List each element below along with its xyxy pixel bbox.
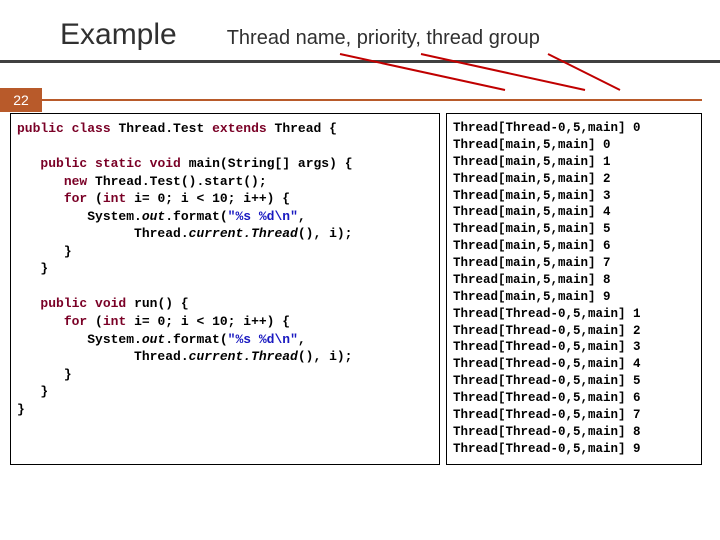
code-text: System. xyxy=(87,332,142,347)
kw-void: void xyxy=(150,156,181,171)
slide-subtitle: Thread name, priority, thread group xyxy=(227,27,540,50)
string-literal: "%s %d\n" xyxy=(228,332,298,347)
method-currentthread: current.Thread xyxy=(189,226,298,241)
code-text: } xyxy=(64,244,72,259)
code-text: Thread. xyxy=(134,349,189,364)
code-text: System. xyxy=(87,209,142,224)
code-text: run() { xyxy=(134,296,189,311)
kw-public: public xyxy=(40,156,87,171)
kw-for: for xyxy=(64,314,87,329)
code-text: } xyxy=(17,402,25,417)
kw-new: new xyxy=(64,174,87,189)
kw-public: public xyxy=(40,296,87,311)
content-area: public class Thread.Test extends Thread … xyxy=(0,63,720,475)
code-text: } xyxy=(40,261,48,276)
code-text: main(String[] args) { xyxy=(189,156,353,171)
method-currentthread: current.Thread xyxy=(189,349,298,364)
slide-title: Example xyxy=(60,18,177,52)
code-text: , xyxy=(298,209,306,224)
code-text: .format( xyxy=(165,332,227,347)
kw-extends: extends xyxy=(212,121,267,136)
code-text: .format( xyxy=(165,209,227,224)
code-text: Thread { xyxy=(275,121,337,136)
field-out: out xyxy=(142,209,165,224)
kw-int: int xyxy=(103,191,126,206)
code-text: (), i); xyxy=(298,226,353,241)
kw-void: void xyxy=(95,296,126,311)
code-text: Thread.Test().start(); xyxy=(95,174,267,189)
code-text: (), i); xyxy=(298,349,353,364)
kw-for: for xyxy=(64,191,87,206)
source-code-box: public class Thread.Test extends Thread … xyxy=(10,113,440,465)
code-text: } xyxy=(64,367,72,382)
kw-public: public xyxy=(17,121,64,136)
kw-static: static xyxy=(95,156,142,171)
string-literal: "%s %d\n" xyxy=(228,209,298,224)
code-text: } xyxy=(40,384,48,399)
kw-class: class xyxy=(72,121,111,136)
code-text: ( xyxy=(95,191,103,206)
kw-int: int xyxy=(103,314,126,329)
code-text: i= 0; i < 10; i++) { xyxy=(134,314,290,329)
code-text: ( xyxy=(95,314,103,329)
code-text: Thread. xyxy=(134,226,189,241)
classname: Thread.Test xyxy=(118,121,204,136)
header: Example Thread name, priority, thread gr… xyxy=(0,0,720,63)
field-out: out xyxy=(142,332,165,347)
output-box: Thread[Thread-0,5,main] 0 Thread[main,5,… xyxy=(446,113,702,465)
code-text: i= 0; i < 10; i++) { xyxy=(134,191,290,206)
code-text: , xyxy=(298,332,306,347)
